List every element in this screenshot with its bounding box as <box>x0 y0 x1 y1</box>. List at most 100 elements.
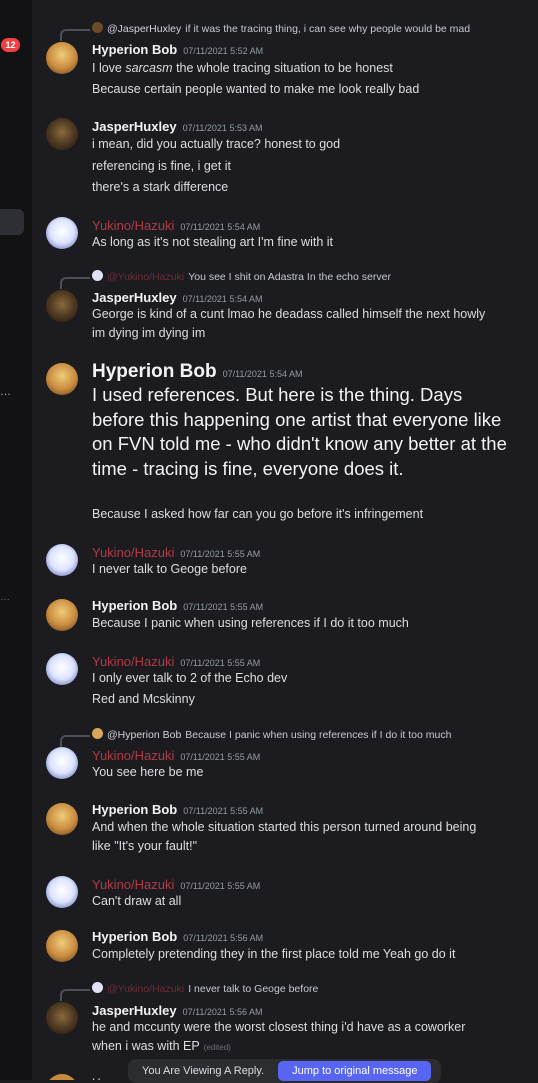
reply-spine <box>60 735 90 747</box>
reply-author[interactable]: @Yukino/Hazuki <box>107 983 184 995</box>
reply-author[interactable]: @Yukino/Hazuki <box>107 271 184 283</box>
message-text: Because certain people wanted to make me… <box>92 82 420 96</box>
message-header: Yukino/Hazuki 07/11/2021 5:55 AM <box>92 876 260 894</box>
author-name[interactable]: Hyperion Bob <box>92 598 177 613</box>
author-name[interactable]: Yukino/Hazuki <box>92 748 174 763</box>
timestamp: 07/11/2021 5:52 AM <box>183 46 264 56</box>
message-text: Because I panic when using references if… <box>92 616 409 630</box>
reply-spine <box>60 29 90 41</box>
avatar[interactable] <box>46 290 78 322</box>
message-header: Hyperion Bob 07/11/2021 5:52 AM <box>92 41 263 59</box>
italic-text: sarcasm <box>125 61 173 75</box>
author-name[interactable]: Yukino/Hazuki <box>92 545 174 560</box>
avatar[interactable] <box>46 42 78 74</box>
avatar[interactable] <box>46 747 78 779</box>
reply-avatar <box>92 728 103 739</box>
avatar[interactable] <box>46 876 78 908</box>
reply-author[interactable]: @JasperHuxley <box>107 23 181 35</box>
message-header: Hyperion Bob 07/11/2021 5:55 AM <box>92 597 263 615</box>
reply-text: I never talk to Geoge before <box>188 983 319 995</box>
reply-preview[interactable]: @Yukino/Hazuki You see I shit on Adastra … <box>60 270 391 289</box>
message-text: As long as it's not stealing art I'm fin… <box>92 235 333 249</box>
avatar[interactable] <box>46 118 78 150</box>
timestamp: 07/11/2021 5:54 AM <box>222 369 303 379</box>
selected-channel-indicator[interactable] <box>0 209 24 235</box>
message-text: referencing is fine, i get it <box>92 159 231 173</box>
reply-author[interactable]: @Hyperion Bob <box>107 729 181 741</box>
reply-avatar <box>92 270 103 281</box>
edited-label: (edited) <box>203 1043 231 1052</box>
avatar[interactable] <box>46 363 78 395</box>
author-name[interactable]: JasperHuxley <box>92 119 177 134</box>
message-text: I never talk to Geoge before <box>92 562 247 576</box>
message-text: I only ever talk to 2 of the Echo dev <box>92 671 288 685</box>
timestamp: 07/11/2021 5:54 AM <box>182 294 263 304</box>
avatar[interactable] <box>46 653 78 685</box>
message-text: You see here be me <box>92 765 204 779</box>
timestamp: 07/11/2021 5:55 AM <box>180 658 261 668</box>
message-text: I love sarcasm the whole tracing situati… <box>92 61 393 75</box>
message-header: Hyperion Bob 07/11/2021 5:54 AM <box>92 361 302 383</box>
message-text: he and mccunty were the worst closest th… <box>92 1020 466 1034</box>
author-name[interactable]: Hyperion Bob <box>92 42 177 57</box>
message-header: Hyperion Bob 07/11/2021 5:56 AM <box>92 928 263 946</box>
reply-text: if it was the tracing thing, i can see w… <box>185 23 471 35</box>
message-text: im dying im dying im <box>92 326 206 340</box>
timestamp: 07/11/2021 5:56 AM <box>182 1007 263 1017</box>
timestamp: 07/11/2021 5:53 AM <box>182 123 263 133</box>
server-rail: 12 … … <box>0 0 32 1080</box>
author-name[interactable]: Hyperion Bob <box>92 929 177 944</box>
avatar[interactable] <box>46 1074 78 1080</box>
timestamp: 07/11/2021 5:54 AM <box>180 222 261 232</box>
message-header: JasperHuxley 07/11/2021 5:53 AM <box>92 118 262 136</box>
message-text: i mean, did you actually trace? honest t… <box>92 137 341 151</box>
unread-badge[interactable]: 12 <box>1 38 20 52</box>
reply-preview[interactable]: @JasperHuxley if it was the tracing thing… <box>60 22 471 41</box>
truncated-channel-ellipsis[interactable]: … <box>0 386 11 398</box>
author-name[interactable]: Yukino/Hazuki <box>92 877 174 892</box>
author-name[interactable]: Hyperion Bob <box>92 802 177 817</box>
message-list: @JasperHuxley if it was the tracing thing… <box>32 0 538 1080</box>
message-text: Because I asked how far can you go befor… <box>92 507 424 521</box>
message-header: JasperHuxley 07/11/2021 5:54 AM <box>92 289 262 307</box>
author-name[interactable]: Hyperion Bob <box>92 361 217 382</box>
message-header: JasperHuxley 07/11/2021 5:56 AM <box>92 1002 262 1020</box>
message-text: George is kind of a cunt lmao he deadass… <box>92 307 486 321</box>
author-name[interactable]: Yukino/Hazuki <box>92 218 174 233</box>
message-header: Yukino/Hazuki 07/11/2021 5:55 AM <box>92 747 260 765</box>
avatar[interactable] <box>46 217 78 249</box>
truncated-channel-ellipsis-2[interactable]: … <box>0 592 10 603</box>
message-text: Red and Mcskinny <box>92 692 195 706</box>
reply-text: Because I panic when using references if… <box>185 729 452 741</box>
avatar[interactable] <box>46 1002 78 1034</box>
previous-message-edge <box>132 0 252 6</box>
reply-spine <box>60 277 90 289</box>
avatar[interactable] <box>46 544 78 576</box>
avatar[interactable] <box>46 599 78 631</box>
reply-spine <box>60 989 90 1001</box>
timestamp: 07/11/2021 5:55 AM <box>183 602 264 612</box>
message-text: And when the whole situation started thi… <box>92 820 477 834</box>
author-name[interactable]: Yukino/Hazuki <box>92 654 174 669</box>
author-name[interactable]: JasperHuxley <box>92 290 177 305</box>
reply-preview[interactable]: @Yukino/Hazuki I never talk to Geoge befo… <box>60 982 319 1001</box>
author-name[interactable]: JasperHuxley <box>92 1003 177 1018</box>
author-name[interactable]: H <box>92 1076 101 1080</box>
timestamp: 07/11/2021 5:56 AM <box>183 933 264 943</box>
message-text: there's a stark difference <box>92 180 229 194</box>
reply-text: You see I shit on Adastra In the echo se… <box>188 271 391 283</box>
avatar[interactable] <box>46 930 78 962</box>
message-text: Can't draw at all <box>92 894 182 908</box>
message-header: Yukino/Hazuki 07/11/2021 5:55 AM <box>92 544 260 562</box>
avatar[interactable] <box>46 803 78 835</box>
jump-to-original-button[interactable]: Jump to original message <box>278 1061 432 1081</box>
message-text: when i was with EP (edited) <box>92 1039 231 1053</box>
viewing-reply-label: You Are Viewing A Reply. <box>142 1065 265 1077</box>
reply-avatar <box>92 982 103 993</box>
timestamp: 07/11/2021 5:55 AM <box>183 806 264 816</box>
reply-navigation-bar: You Are Viewing A Reply. Jump to origina… <box>128 1059 441 1083</box>
reply-avatar <box>92 22 103 33</box>
message-header: Hyperion Bob 07/11/2021 5:55 AM <box>92 801 263 819</box>
reply-preview[interactable]: @Hyperion Bob Because I panic when using … <box>60 728 452 747</box>
timestamp: 07/11/2021 5:55 AM <box>180 549 261 559</box>
